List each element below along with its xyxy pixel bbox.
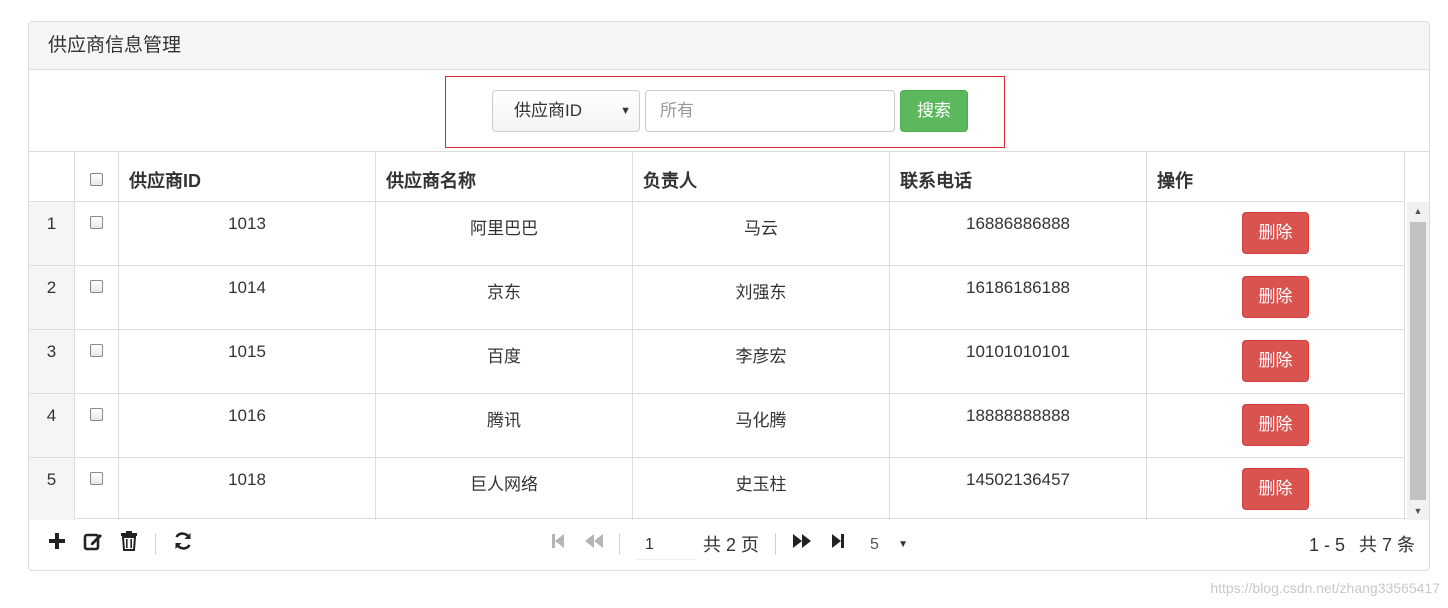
row-checkbox[interactable]	[90, 280, 103, 293]
header-supplier-id[interactable]: 供应商ID	[119, 152, 376, 201]
prev-page-icon[interactable]	[583, 533, 605, 555]
table-body: 1 1013 阿里巴巴 马云 16886886888 删除 2 1014 京东 …	[29, 202, 1405, 520]
cell-supplier-name: 巨人网络	[376, 458, 633, 520]
header-supplier-name[interactable]: 供应商名称	[376, 152, 633, 201]
chevron-down-icon: ▼	[620, 105, 631, 117]
cell-manager: 史玉柱	[633, 458, 890, 520]
refresh-icon[interactable]	[171, 531, 195, 557]
search-bar: 供应商ID ▼ 搜索	[445, 76, 1005, 148]
toolbar-divider	[155, 533, 156, 555]
cell-supplier-name: 阿里巴巴	[376, 202, 633, 265]
row-checkbox[interactable]	[90, 216, 103, 229]
record-range: 1 - 5	[1308, 535, 1345, 555]
cell-supplier-name: 腾讯	[376, 394, 633, 457]
pager-divider	[619, 533, 620, 555]
cell-operations: 删除	[1147, 202, 1405, 265]
scroll-down-icon[interactable]: ▼	[1407, 502, 1429, 520]
cell-supplier-name: 京东	[376, 266, 633, 329]
cell-manager: 马云	[633, 202, 890, 265]
cell-phone: 10101010101	[890, 330, 1147, 393]
cell-supplier-id: 1013	[119, 202, 376, 265]
pager-divider	[775, 533, 776, 555]
cell-phone: 16186186188	[890, 266, 1147, 329]
chevron-down-icon: ▼	[898, 539, 908, 550]
table-toolbar: 1 共 2 页 5 ▼ 1 - 5 共 7 条	[29, 520, 1429, 570]
delete-icon[interactable]	[117, 531, 141, 557]
supplier-panel: 供应商信息管理 供应商ID ▼ 搜索 供应商ID 供应商名称 负责人 联系电话 …	[28, 21, 1430, 571]
total-pages: 共 2 页	[703, 535, 760, 555]
cell-manager: 刘强东	[633, 266, 890, 329]
header-manager[interactable]: 负责人	[633, 152, 890, 201]
row-checkbox[interactable]	[90, 408, 103, 421]
row-checkbox-cell	[75, 202, 119, 265]
delete-button[interactable]: 删除	[1242, 212, 1309, 254]
supplier-table: 供应商ID 供应商名称 负责人 联系电话 操作 1 1013 阿里巴巴 马云 1…	[29, 151, 1429, 520]
row-checkbox-cell	[75, 394, 119, 457]
scroll-up-icon[interactable]: ▲	[1407, 202, 1429, 220]
cell-operations: 删除	[1147, 266, 1405, 329]
delete-button[interactable]: 删除	[1242, 468, 1309, 510]
watermark: https://blog.csdn.net/zhang33565417	[1210, 580, 1440, 596]
edit-icon[interactable]	[81, 531, 105, 557]
table-row[interactable]: 2 1014 京东 刘强东 16186186188 删除	[29, 266, 1405, 330]
search-field-select[interactable]: 供应商ID ▼	[492, 90, 640, 132]
row-index: 4	[29, 394, 75, 457]
page-number-input[interactable]: 1	[635, 530, 697, 560]
cell-manager: 马化腾	[633, 394, 890, 457]
delete-button[interactable]: 删除	[1242, 276, 1309, 318]
page-size-select[interactable]: 5 ▼	[862, 530, 912, 560]
record-summary: 1 - 5 共 7 条	[1309, 531, 1415, 559]
row-index: 3	[29, 330, 75, 393]
row-checkbox-cell	[75, 330, 119, 393]
cell-operations: 删除	[1147, 458, 1405, 520]
cell-phone: 16886886888	[890, 202, 1147, 265]
cell-phone: 18888888888	[890, 394, 1147, 457]
cell-operations: 删除	[1147, 394, 1405, 457]
delete-button[interactable]: 删除	[1242, 404, 1309, 446]
header-index	[29, 152, 75, 201]
select-all-checkbox[interactable]	[90, 173, 103, 186]
cell-manager: 李彦宏	[633, 330, 890, 393]
first-page-icon[interactable]	[547, 533, 569, 555]
page-size-value: 5	[870, 536, 879, 553]
header-select-all	[75, 152, 119, 201]
scroll-thumb[interactable]	[1410, 222, 1426, 500]
table-row[interactable]: 1 1013 阿里巴巴 马云 16886886888 删除	[29, 202, 1405, 266]
table-header: 供应商ID 供应商名称 负责人 联系电话 操作	[29, 152, 1405, 202]
row-checkbox[interactable]	[90, 344, 103, 357]
record-total: 共 7 条	[1358, 535, 1415, 555]
table-row[interactable]: 3 1015 百度 李彦宏 10101010101 删除	[29, 330, 1405, 394]
table-scrollbar[interactable]: ▲ ▼	[1407, 202, 1429, 520]
row-index: 2	[29, 266, 75, 329]
header-operations: 操作	[1147, 152, 1405, 201]
cell-supplier-name: 百度	[376, 330, 633, 393]
row-checkbox-cell	[75, 458, 119, 520]
cell-supplier-id: 1018	[119, 458, 376, 520]
cell-supplier-id: 1015	[119, 330, 376, 393]
search-field-value: 供应商ID	[514, 101, 582, 120]
last-page-icon[interactable]	[827, 533, 849, 555]
row-index: 5	[29, 458, 75, 520]
cell-phone: 14502136457	[890, 458, 1147, 520]
cell-supplier-id: 1014	[119, 266, 376, 329]
table-row[interactable]: 4 1016 腾讯 马化腾 18888888888 删除	[29, 394, 1405, 458]
search-input[interactable]	[645, 90, 895, 132]
delete-button[interactable]: 删除	[1242, 340, 1309, 382]
row-index: 1	[29, 202, 75, 265]
table-row[interactable]: 5 1018 巨人网络 史玉柱 14502136457 删除	[29, 458, 1405, 520]
cell-supplier-id: 1016	[119, 394, 376, 457]
add-icon[interactable]	[45, 531, 69, 557]
row-checkbox-cell	[75, 266, 119, 329]
search-button[interactable]: 搜索	[900, 90, 968, 132]
cell-operations: 删除	[1147, 330, 1405, 393]
row-checkbox[interactable]	[90, 472, 103, 485]
header-phone[interactable]: 联系电话	[890, 152, 1147, 201]
next-page-icon[interactable]	[791, 533, 813, 555]
panel-title: 供应商信息管理	[29, 22, 1429, 70]
